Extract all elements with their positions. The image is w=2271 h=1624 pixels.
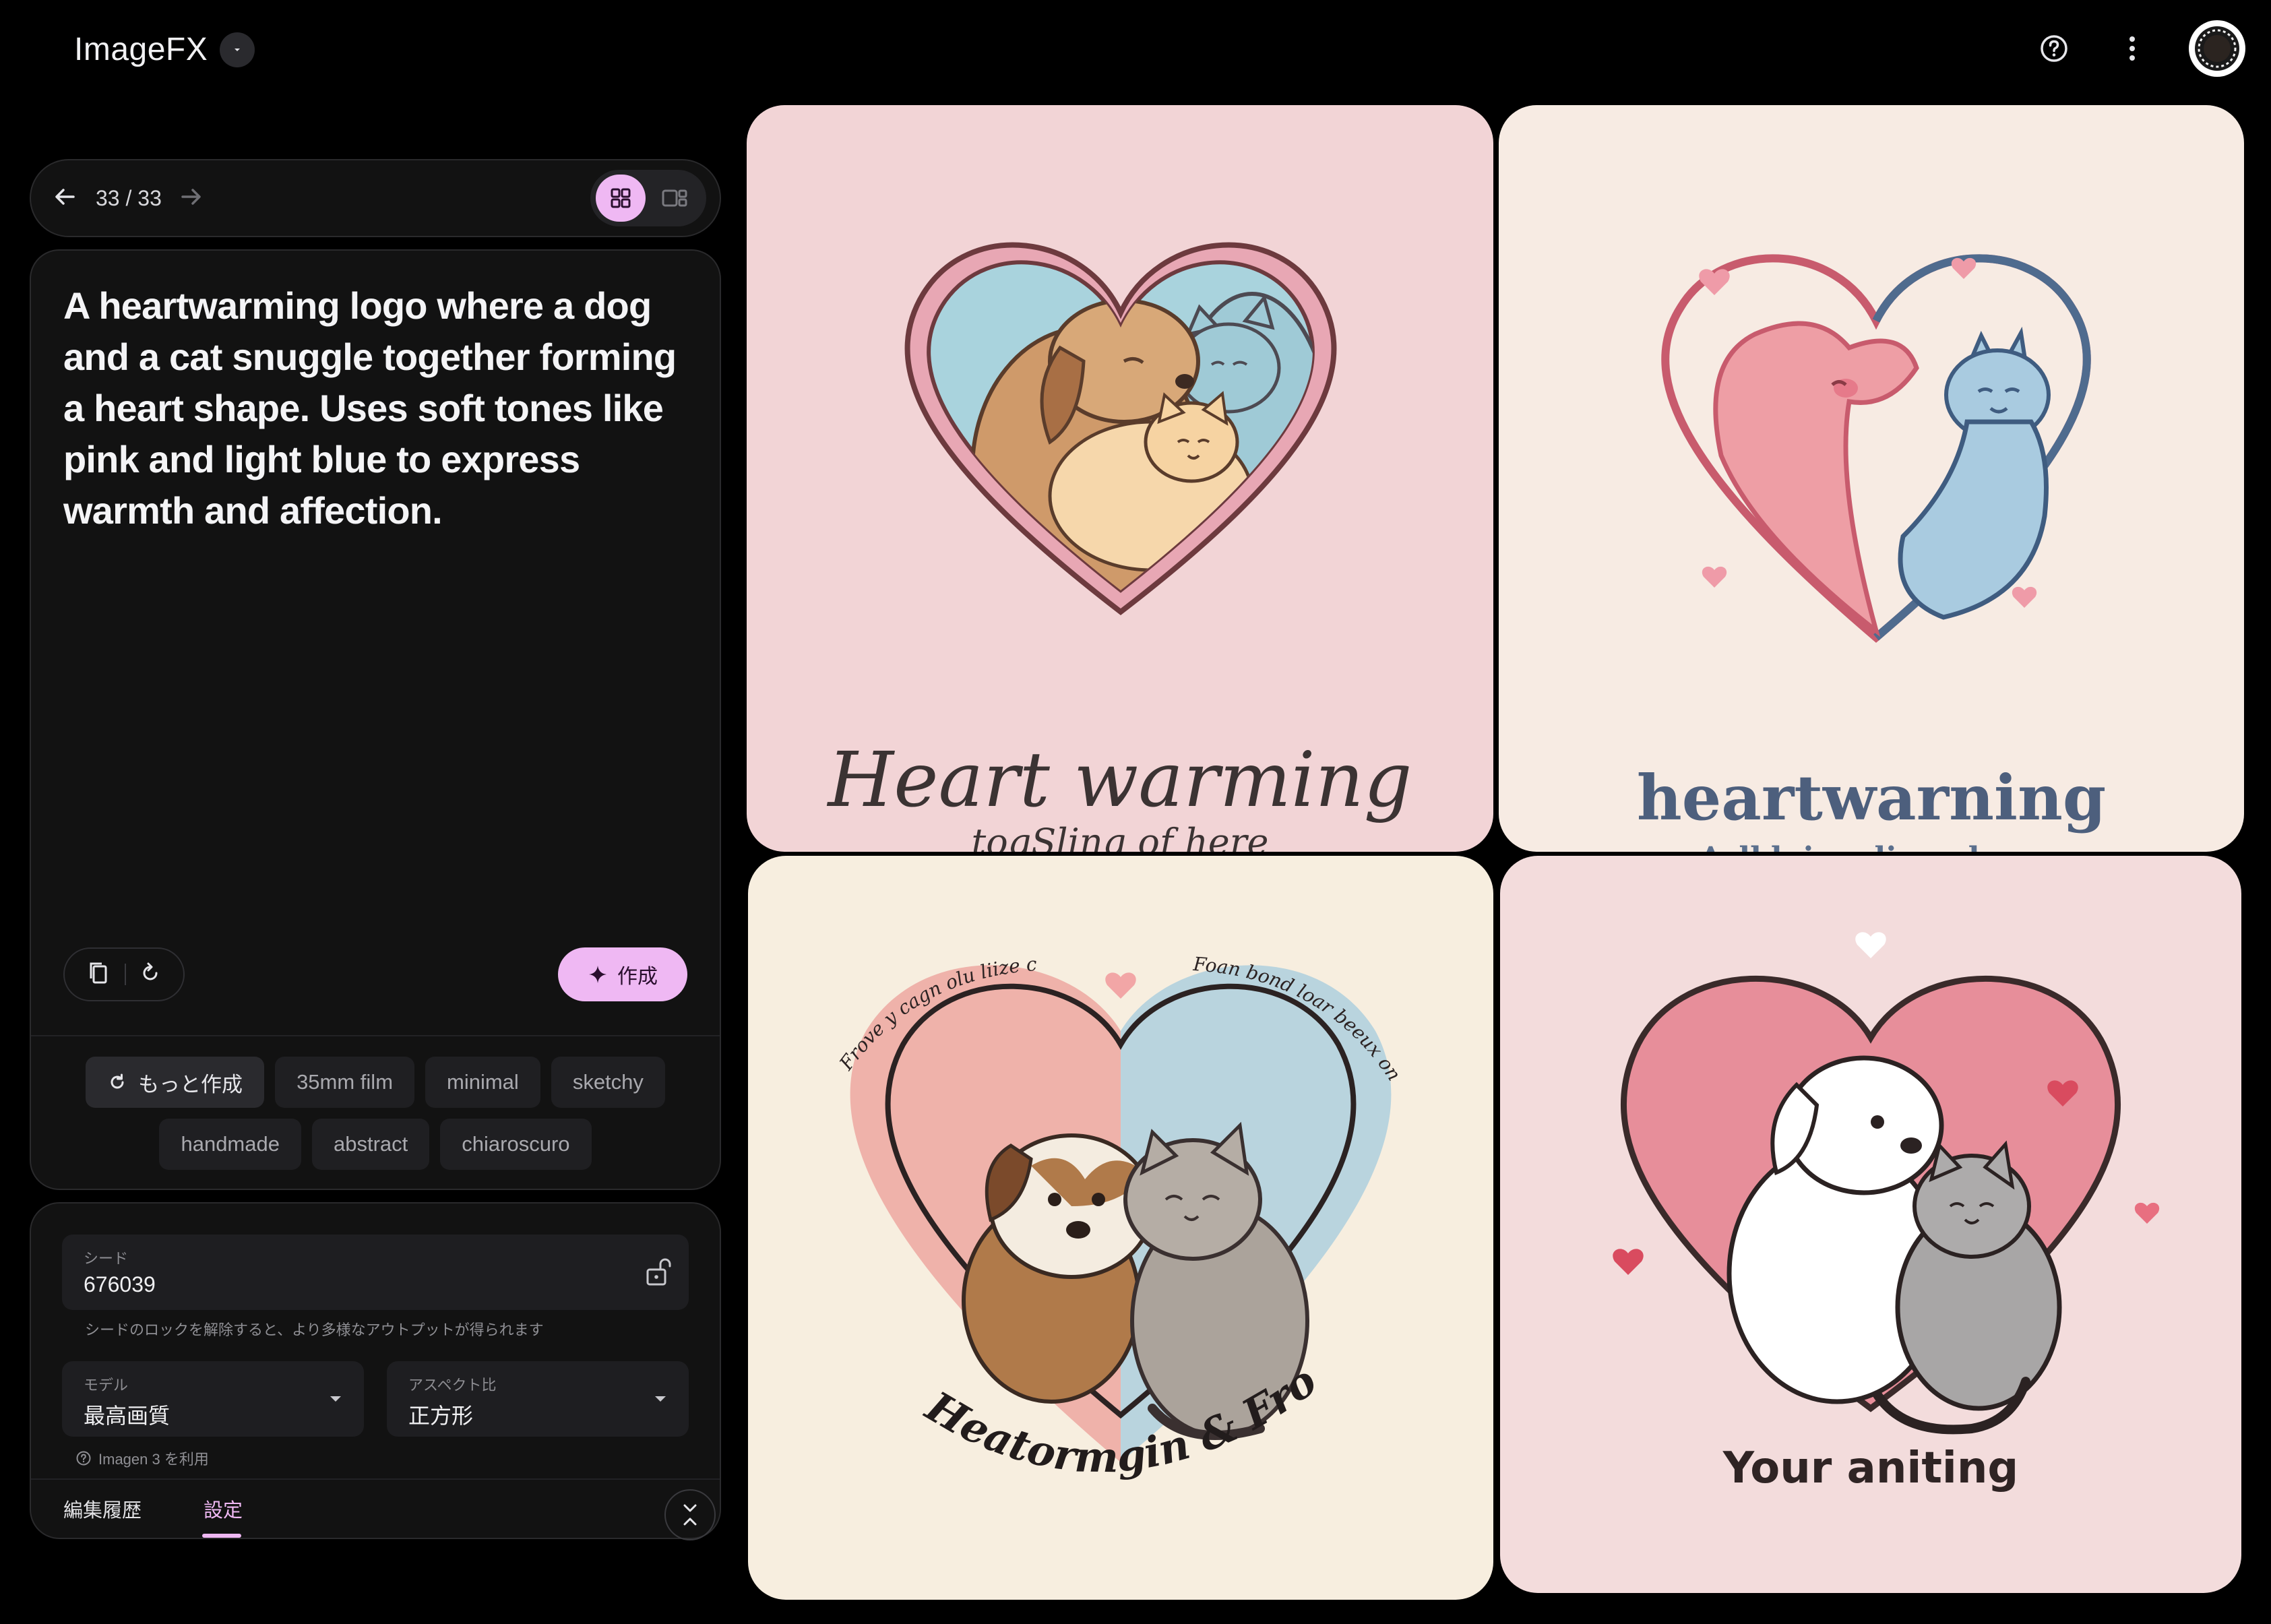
app-name: ImageFX bbox=[74, 32, 208, 67]
image-4-title: Your aniting bbox=[1722, 1443, 2018, 1493]
image-1-title: Heart warming bbox=[827, 737, 1412, 824]
more-vert-icon bbox=[2129, 36, 2135, 61]
single-view-button[interactable] bbox=[650, 175, 699, 222]
logo-image-3: Frove y cagn olu liize cogre Foan bond l… bbox=[748, 856, 1406, 1482]
model-select[interactable]: モデル 最高画質 bbox=[62, 1361, 364, 1437]
single-view-icon bbox=[662, 189, 687, 207]
copy-icon bbox=[90, 962, 107, 983]
header-actions bbox=[2032, 20, 2245, 77]
style-chip[interactable]: 35mm film bbox=[275, 1057, 415, 1108]
aspect-label: アスペクト比 bbox=[408, 1377, 497, 1394]
prompt-tools bbox=[63, 947, 185, 1001]
sparkle-icon bbox=[589, 966, 606, 983]
tools-divider bbox=[125, 964, 126, 985]
app-brand[interactable]: ImageFX bbox=[74, 31, 255, 68]
tab-history[interactable]: 編集履歴 bbox=[63, 1495, 142, 1523]
avatar-badge-icon bbox=[2195, 26, 2239, 71]
account-avatar[interactable] bbox=[2189, 20, 2245, 77]
seed-label: シード bbox=[84, 1250, 129, 1267]
reset-prompt-button[interactable] bbox=[138, 961, 162, 989]
dropdown-caret-icon bbox=[328, 1394, 344, 1408]
style-chip[interactable]: chiaroscuro bbox=[440, 1119, 592, 1170]
aspect-value: 正方形 bbox=[408, 1404, 474, 1428]
create-label: 作成 bbox=[617, 966, 658, 988]
help-icon bbox=[2041, 35, 2067, 62]
image-2-title: heartwarning bbox=[1637, 761, 2106, 834]
image-navigation-bar: 33 / 33 bbox=[30, 159, 721, 237]
view-mode-toggle bbox=[590, 170, 706, 226]
caret-down-icon bbox=[235, 48, 241, 51]
generated-image-1[interactable]: Heart warming togSling of here bbox=[747, 105, 1493, 852]
grid-view-button[interactable] bbox=[596, 175, 646, 222]
style-chip[interactable]: minimal bbox=[425, 1057, 540, 1108]
more-options-button[interactable] bbox=[2111, 27, 2154, 70]
next-button[interactable] bbox=[178, 183, 205, 214]
model-label: モデル bbox=[84, 1377, 129, 1394]
settings-panel: シード 676039 シードのロックを解除すると、より多様なアウトプットが得られ… bbox=[30, 1202, 721, 1540]
generated-image-4[interactable]: Your aniting bbox=[1500, 856, 2241, 1593]
help-button[interactable] bbox=[2032, 27, 2076, 70]
image-2-subtitle: Aslldgine digen hare bbox=[1698, 841, 2043, 852]
previous-button[interactable] bbox=[51, 183, 78, 214]
seed-field[interactable]: シード 676039 bbox=[62, 1235, 689, 1310]
grid-icon bbox=[611, 188, 631, 208]
tab-settings[interactable]: 設定 bbox=[204, 1495, 243, 1523]
settings-divider bbox=[31, 1478, 720, 1480]
collapse-panel-button[interactable] bbox=[664, 1489, 716, 1540]
generated-image-3[interactable]: Frove y cagn olu liize cogre Foan bond l… bbox=[748, 856, 1493, 1600]
generated-image-2[interactable]: heartwarning Aslldgine digen hare bbox=[1499, 105, 2244, 852]
image-counter: 33 / 33 bbox=[96, 185, 162, 210]
refresh-icon bbox=[111, 1073, 124, 1089]
logo-image-4: Your aniting bbox=[1613, 932, 2160, 1493]
seed-lock-button[interactable] bbox=[642, 1255, 674, 1292]
logo-image-1: Heart warming togSling of here bbox=[827, 242, 1412, 852]
model-note: Imagen 3 を利用 bbox=[75, 1447, 209, 1469]
active-tab-indicator bbox=[202, 1534, 241, 1538]
style-chip[interactable]: handmade bbox=[159, 1119, 301, 1170]
image-1-subtitle: togSling of here bbox=[972, 821, 1269, 852]
seed-value[interactable]: 676039 bbox=[84, 1272, 156, 1297]
style-chip[interactable]: abstract bbox=[311, 1119, 430, 1170]
collapse-icon bbox=[683, 1504, 697, 1526]
help-small-icon bbox=[76, 1451, 91, 1466]
prompt-divider bbox=[31, 1035, 720, 1036]
style-chip[interactable]: sketchy bbox=[551, 1057, 665, 1108]
style-chips: もっと作成 35mm film minimal sketchy handmade… bbox=[44, 1057, 706, 1170]
arrow-left-icon bbox=[55, 188, 75, 205]
create-button[interactable]: 作成 bbox=[558, 947, 687, 1001]
model-value: 最高画質 bbox=[84, 1404, 170, 1428]
seed-hint: シードのロックを解除すると、より多様なアウトプットが得られます bbox=[85, 1321, 544, 1338]
model-note-text: Imagen 3 を利用 bbox=[98, 1451, 209, 1468]
unlock-icon bbox=[646, 1258, 671, 1286]
arrow-right-icon bbox=[181, 188, 201, 205]
generate-more-chip[interactable]: もっと作成 bbox=[86, 1057, 265, 1108]
generate-more-label: もっと作成 bbox=[138, 1072, 243, 1096]
aspect-ratio-select[interactable]: アスペクト比 正方形 bbox=[387, 1361, 689, 1437]
reset-icon bbox=[143, 962, 158, 980]
prompt-text[interactable]: A heartwarming logo where a dog and a ca… bbox=[63, 280, 690, 536]
copy-prompt-button[interactable] bbox=[86, 960, 113, 990]
dropdown-caret-icon bbox=[652, 1394, 668, 1408]
logo-image-2: heartwarning Aslldgine digen hare bbox=[1637, 254, 2106, 852]
app-switcher-button[interactable] bbox=[220, 32, 255, 67]
prompt-panel: A heartwarming logo where a dog and a ca… bbox=[30, 249, 721, 1190]
app-root: ImageFX 33 / 33 A heartwarming logo wher… bbox=[0, 0, 2271, 1624]
